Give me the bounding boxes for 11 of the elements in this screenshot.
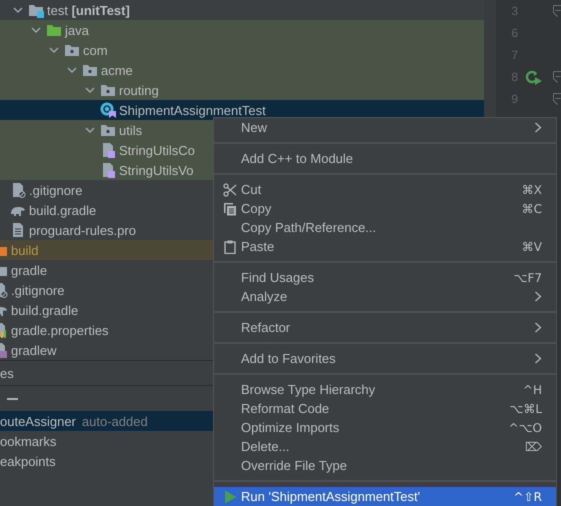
shortcut-label: ⌥⌘L	[509, 402, 542, 416]
shortcut-label: ⌘X	[522, 182, 542, 196]
shortcut-label: ⌘C	[522, 202, 542, 216]
shortcut-label: ^H	[522, 382, 542, 396]
shortcut-label: ^⇧R	[514, 490, 542, 504]
shortcut-label: ^⌥O	[508, 420, 542, 434]
item-note: auto-added	[82, 414, 148, 428]
shortcut-label: ⌥F7	[514, 270, 542, 284]
panel-title: es	[0, 366, 14, 380]
shortcut-label: ⌘V	[522, 240, 542, 254]
shortcut-label: ⌦	[525, 440, 542, 454]
